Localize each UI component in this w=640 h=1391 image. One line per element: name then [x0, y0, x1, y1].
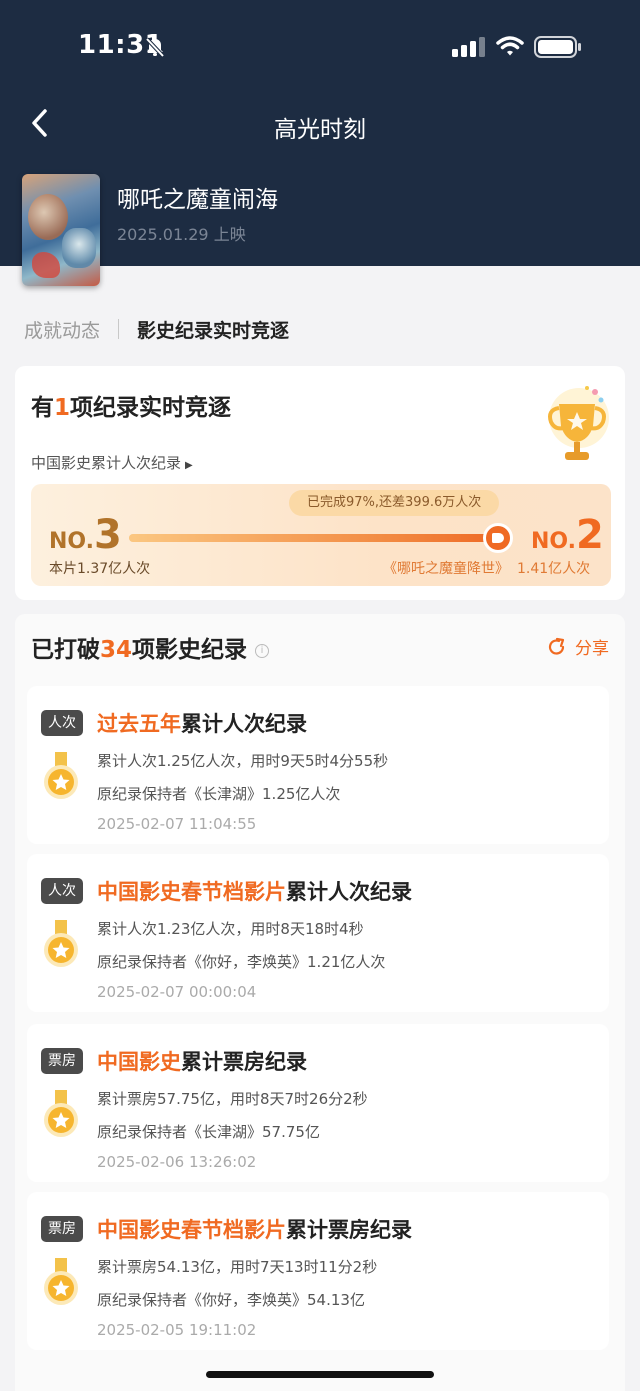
- record-timestamp: 2025-02-07 00:00:04: [97, 983, 257, 1001]
- medal-icon: [44, 752, 78, 799]
- progress-fill: [129, 534, 498, 542]
- record-timestamp: 2025-02-07 11:04:55: [97, 815, 257, 833]
- target-rank: NO.2: [531, 512, 604, 558]
- record-title-rest: 累计票房纪录: [286, 1218, 412, 1242]
- record-title: 中国影史春节档影片累计票房纪录: [97, 1214, 412, 1244]
- trophy-icon: [548, 386, 609, 460]
- record-previous-holder: 原纪录保持者《长津湖》57.75亿: [97, 1123, 320, 1141]
- progress-knob-icon: [482, 523, 513, 553]
- tab-bar: 成就动态 影史纪录实时竞逐: [24, 314, 289, 344]
- record-card[interactable]: 票房 中国影史春节档影片累计票房纪录 累计票房54.13亿，用时7天13时11分…: [27, 1192, 609, 1350]
- wifi-icon: [496, 36, 524, 56]
- target-rank-number: 2: [576, 512, 604, 558]
- cellular-signal-icon: [452, 37, 485, 57]
- target-value: 1.41亿人次: [517, 561, 591, 577]
- broken-heading-prefix: 已打破: [31, 637, 100, 663]
- home-indicator: [206, 1371, 434, 1378]
- realtime-heading-suffix: 项纪录实时竞逐: [70, 395, 232, 421]
- race-record-name: 中国影史累计人次纪录: [31, 454, 182, 472]
- record-title: 中国影史春节档影片累计人次纪录: [97, 876, 412, 906]
- record-previous-holder: 原纪录保持者《长津湖》1.25亿人次: [97, 785, 341, 803]
- medal-icon: [44, 1090, 78, 1137]
- record-detail: 累计人次1.25亿人次，用时9天5时4分55秒: [97, 752, 389, 770]
- record-card[interactable]: 人次 过去五年累计人次纪录 累计人次1.25亿人次，用时9天5时4分55秒 原纪…: [27, 686, 609, 844]
- caret-right-icon: ▶: [185, 460, 193, 471]
- record-tag: 票房: [41, 1216, 83, 1242]
- realtime-race-card: 有1项纪录实时竞逐 中国影史累计人次纪录 ▶ 已完成97%,还差399.6万人次 …: [15, 366, 625, 600]
- race-record-link[interactable]: 中国影史累计人次纪录 ▶: [31, 452, 193, 473]
- record-title-rest: 累计票房纪录: [181, 1050, 307, 1074]
- share-icon: [548, 637, 565, 655]
- current-rank-number: 3: [94, 512, 122, 558]
- tab-achievements[interactable]: 成就动态: [24, 316, 100, 343]
- header: 11:31 高光时刻 哪吒之魔童闹海 2025.01.29 上映: [0, 0, 640, 286]
- record-title-highlight: 中国影史春节档影片: [97, 1218, 286, 1242]
- realtime-count: 1: [54, 395, 71, 421]
- info-icon[interactable]: i: [255, 644, 270, 658]
- record-detail: 累计人次1.23亿人次，用时8天18时4秒: [97, 920, 364, 938]
- record-title: 中国影史累计票房纪录: [97, 1046, 307, 1076]
- record-title-highlight: 过去五年: [97, 712, 181, 736]
- record-title-highlight: 中国影史: [97, 1050, 181, 1074]
- broken-heading: 已打破34项影史纪录 i: [31, 630, 270, 664]
- share-label: 分享: [575, 639, 609, 659]
- race-progress-panel: 已完成97%,还差399.6万人次 NO.3 本片1.37亿人次 NO.2 《哪…: [31, 484, 611, 586]
- medal-icon: [44, 1258, 78, 1305]
- record-title-highlight: 中国影史春节档影片: [97, 880, 286, 904]
- page-title: 高光时刻: [274, 117, 366, 143]
- bell-muted-icon: [145, 37, 165, 58]
- record-previous-holder: 原纪录保持者《你好，李焕英》1.21亿人次: [97, 953, 386, 971]
- record-detail: 累计票房54.13亿，用时7天13时11分2秒: [97, 1258, 378, 1276]
- record-title: 过去五年累计人次纪录: [97, 708, 307, 738]
- record-title-rest: 累计人次纪录: [181, 712, 307, 736]
- record-detail: 累计票房57.75亿，用时8天7时26分2秒: [97, 1090, 368, 1108]
- record-tag: 人次: [41, 710, 83, 736]
- movie-title: 哪吒之魔童闹海: [117, 187, 278, 213]
- broken-count: 34: [100, 637, 133, 663]
- movie-poster: [22, 174, 100, 286]
- battery-icon: [534, 36, 581, 58]
- target-movie: 《哪吒之魔童降世》: [383, 561, 509, 577]
- broken-heading-suffix: 项影史纪录: [132, 637, 248, 663]
- record-previous-holder: 原纪录保持者《你好，李焕英》54.13亿: [97, 1291, 365, 1309]
- current-value: 本片1.37亿人次: [49, 561, 151, 577]
- record-tag: 人次: [41, 878, 83, 904]
- record-card[interactable]: 人次 中国影史春节档影片累计人次纪录 累计人次1.23亿人次，用时8天18时4秒…: [27, 854, 609, 1012]
- target-rank-prefix: NO.: [531, 529, 576, 554]
- record-card[interactable]: 票房 中国影史累计票房纪录 累计票房57.75亿，用时8天7时26分2秒 原纪录…: [27, 1024, 609, 1182]
- progress-track: [129, 523, 513, 553]
- record-title-rest: 累计人次纪录: [286, 880, 412, 904]
- current-rank-prefix: NO.: [49, 529, 94, 554]
- medal-icon: [44, 920, 78, 967]
- realtime-heading: 有1项纪录实时竞逐: [31, 388, 231, 422]
- movie-release-date: 2025.01.29 上映: [117, 225, 246, 244]
- record-timestamp: 2025-02-06 13:26:02: [97, 1153, 257, 1171]
- tab-realtime-records[interactable]: 影史纪录实时竞逐: [137, 316, 289, 343]
- broken-records-card: 已打破34项影史纪录 i 分享 人次 过去五年累计人次纪录 累计人次1.25亿人次…: [15, 614, 625, 1391]
- record-tag: 票房: [41, 1048, 83, 1074]
- realtime-heading-prefix: 有: [31, 395, 54, 421]
- tab-divider: [118, 319, 120, 339]
- current-rank: NO.3: [49, 512, 122, 558]
- share-button[interactable]: 分享: [547, 634, 609, 659]
- progress-tip: 已完成97%,还差399.6万人次: [289, 490, 500, 516]
- record-timestamp: 2025-02-05 19:11:02: [97, 1321, 257, 1339]
